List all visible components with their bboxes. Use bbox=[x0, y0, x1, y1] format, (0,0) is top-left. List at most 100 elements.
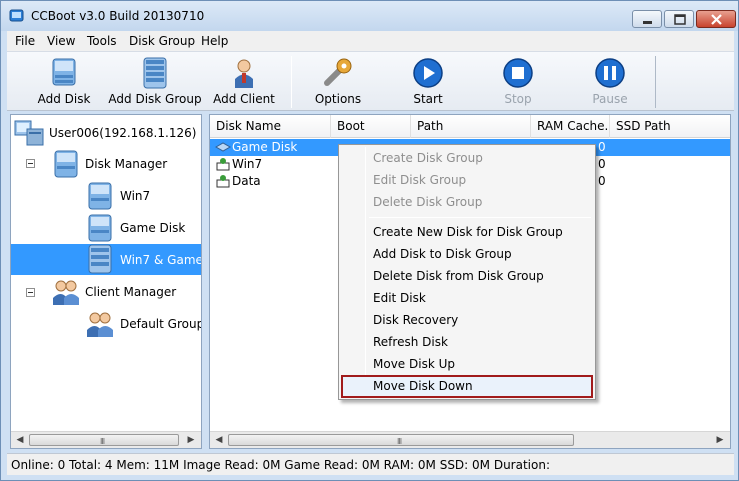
status-text: Online: 0 Total: 4 Mem: 11M Image Read: … bbox=[11, 458, 550, 472]
menu-item-label: Refresh Disk bbox=[373, 335, 448, 349]
menu-disk-group[interactable]: Disk Group bbox=[129, 34, 195, 48]
menu-tools[interactable]: Tools bbox=[87, 34, 117, 48]
list-horizontal-scrollbar[interactable]: ◀ III ▶ bbox=[210, 431, 730, 448]
column-header-ram-cache[interactable]: RAM Cache... bbox=[531, 115, 610, 138]
column-header-ssd-path[interactable]: SSD Path bbox=[610, 115, 730, 138]
menu-item-create-new-disk-for-disk-group[interactable]: Create New Disk for Disk Group bbox=[341, 221, 593, 243]
context-menu: Create Disk Group Edit Disk Group Delete… bbox=[338, 144, 596, 400]
ccboot-app-icon bbox=[9, 9, 24, 22]
scrollbar-thumb[interactable]: III bbox=[228, 434, 574, 446]
scroll-left-arrow-icon[interactable]: ◀ bbox=[12, 433, 28, 448]
options-button[interactable]: Options bbox=[307, 54, 369, 110]
menu-view[interactable]: View bbox=[47, 34, 75, 48]
menu-item-label: Create Disk Group bbox=[373, 151, 483, 165]
menu-item-edit-disk[interactable]: Edit Disk bbox=[341, 287, 593, 309]
column-header-path[interactable]: Path bbox=[411, 115, 531, 138]
tree-root-label: User006(192.168.1.126) bbox=[49, 126, 197, 140]
tree-default-group[interactable]: Default Group bbox=[83, 309, 201, 339]
menu-help[interactable]: Help bbox=[201, 34, 228, 48]
disk-small-icon bbox=[216, 175, 230, 188]
menu-item-disk-recovery[interactable]: Disk Recovery bbox=[341, 309, 593, 331]
menu-bar: File View Tools Disk Group Help bbox=[7, 31, 734, 51]
disk-name-cell: Game Disk bbox=[232, 140, 298, 154]
client-manager-label: Client Manager bbox=[85, 285, 177, 299]
menu-item-create-disk-group[interactable]: Create Disk Group bbox=[341, 147, 593, 169]
close-icon bbox=[711, 14, 722, 25]
menu-item-label: Create New Disk for Disk Group bbox=[373, 225, 563, 239]
tree-horizontal-scrollbar[interactable]: ◀ III ▶ bbox=[11, 431, 201, 448]
menu-item-move-disk-up[interactable]: Move Disk Up bbox=[341, 353, 593, 375]
pause-button[interactable]: Pause bbox=[585, 54, 635, 110]
minimize-icon bbox=[643, 21, 652, 24]
status-bar: Online: 0 Total: 4 Mem: 11M Image Read: … bbox=[7, 453, 734, 475]
minimize-button[interactable] bbox=[632, 10, 662, 28]
scroll-right-arrow-icon[interactable]: ▶ bbox=[183, 433, 199, 448]
menu-file[interactable]: File bbox=[15, 34, 35, 48]
menu-item-refresh-disk[interactable]: Refresh Disk bbox=[341, 331, 593, 353]
users-icon bbox=[87, 312, 113, 337]
disk-manager-label: Disk Manager bbox=[85, 157, 168, 171]
table-header: Disk Name Boot Path RAM Cache... SSD Pat… bbox=[210, 115, 730, 138]
disk-small-icon bbox=[216, 158, 230, 171]
disk-manager-collapse-toggle[interactable] bbox=[26, 159, 35, 168]
scroll-right-arrow-icon[interactable]: ▶ bbox=[712, 433, 728, 448]
maximize-button[interactable] bbox=[664, 10, 694, 28]
menu-item-delete-disk-group[interactable]: Delete Disk Group bbox=[341, 191, 593, 213]
scroll-left-arrow-icon[interactable]: ◀ bbox=[211, 433, 227, 448]
menu-item-add-disk-to-disk-group[interactable]: Add Disk to Disk Group bbox=[341, 243, 593, 265]
play-icon bbox=[413, 58, 443, 88]
scrollbar-thumb[interactable]: III bbox=[29, 434, 179, 446]
disk-icon bbox=[52, 58, 76, 86]
tree-disk-label: Win7 bbox=[120, 189, 151, 203]
stop-icon bbox=[503, 58, 533, 88]
stop-label: Stop bbox=[504, 92, 532, 106]
disk-icon bbox=[88, 214, 112, 242]
tree-root-server[interactable]: User006(192.168.1.126) bbox=[11, 117, 201, 147]
maximize-icon bbox=[674, 14, 686, 25]
toolbar-end-separator bbox=[655, 56, 656, 108]
menu-item-label: Disk Recovery bbox=[373, 313, 459, 327]
menu-item-label: Add Disk to Disk Group bbox=[373, 247, 512, 261]
tree-disk-win7[interactable]: Win7 bbox=[83, 181, 201, 211]
menu-item-label: Edit Disk bbox=[373, 291, 426, 305]
menu-item-delete-disk-from-disk-group[interactable]: Delete Disk from Disk Group bbox=[341, 265, 593, 287]
tree-disk-game-disk[interactable]: Game Disk bbox=[83, 213, 201, 243]
add-client-button[interactable]: Add Client bbox=[211, 54, 277, 110]
tree-client-manager[interactable]: Client Manager bbox=[49, 277, 201, 307]
tree-disk-label: Game Disk bbox=[120, 221, 186, 235]
users-icon bbox=[53, 280, 79, 305]
title-bar: CCBoot v3.0 Build 20130710 bbox=[1, 1, 738, 31]
add-client-label: Add Client bbox=[213, 92, 275, 106]
user-icon bbox=[235, 59, 253, 88]
options-label: Options bbox=[314, 92, 362, 106]
window-title: CCBoot v3.0 Build 20130710 bbox=[31, 9, 205, 23]
ssd-path-cell: 0 bbox=[598, 157, 606, 171]
disk-group-icon bbox=[88, 244, 112, 274]
client-manager-collapse-toggle[interactable] bbox=[26, 288, 35, 297]
disk-group-icon bbox=[143, 57, 167, 89]
app-window: CCBoot v3.0 Build 20130710 File View Too… bbox=[0, 0, 739, 481]
add-disk-group-button[interactable]: Add Disk Group bbox=[107, 54, 203, 110]
disk-manager-icon bbox=[54, 150, 78, 178]
pause-label: Pause bbox=[592, 92, 628, 106]
add-disk-button[interactable]: Add Disk bbox=[29, 54, 99, 110]
scrollbar-grip: III bbox=[397, 437, 402, 446]
close-button[interactable] bbox=[696, 10, 736, 28]
toolbar: Add Disk Add Disk Group Add Client Optio… bbox=[7, 51, 734, 111]
tree-disk-label: Win7 & Game Dis bbox=[120, 253, 202, 267]
tree-disk-group-selected[interactable]: Win7 & Game Dis bbox=[11, 244, 201, 275]
menu-item-label: Edit Disk Group bbox=[373, 173, 467, 187]
add-disk-label: Add Disk bbox=[37, 92, 91, 106]
column-header-disk-name[interactable]: Disk Name bbox=[210, 115, 331, 138]
disk-icon bbox=[88, 182, 112, 210]
disk-name-cell: Data bbox=[232, 174, 261, 188]
menu-item-move-disk-down[interactable]: Move Disk Down bbox=[341, 375, 593, 398]
column-header-boot[interactable]: Boot bbox=[331, 115, 411, 138]
start-button[interactable]: Start bbox=[403, 54, 453, 110]
menu-item-edit-disk-group[interactable]: Edit Disk Group bbox=[341, 169, 593, 191]
tree-disk-manager[interactable]: Disk Manager bbox=[49, 149, 201, 179]
stop-button[interactable]: Stop bbox=[493, 54, 543, 110]
menu-item-label: Delete Disk Group bbox=[373, 195, 483, 209]
scrollbar-grip: III bbox=[100, 437, 105, 446]
disk-name-cell: Win7 bbox=[232, 157, 263, 171]
